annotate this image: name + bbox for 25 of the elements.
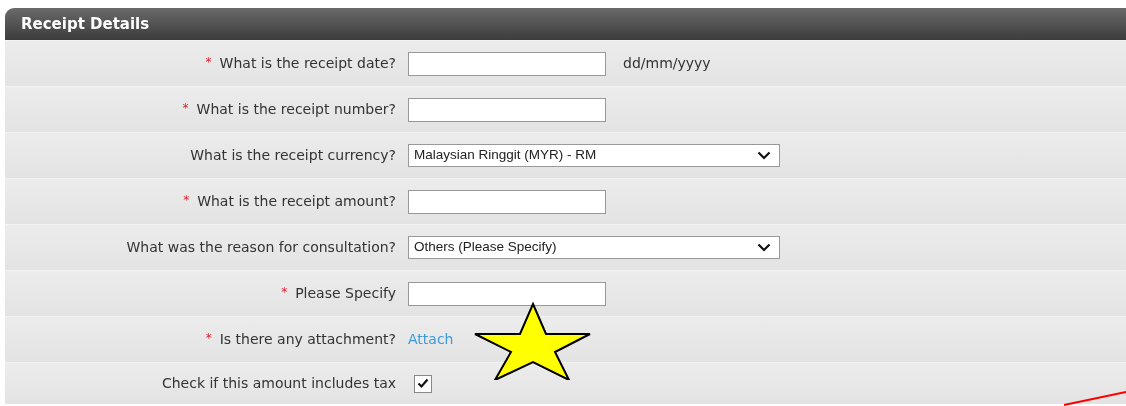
input-field[interactable] <box>408 51 606 76</box>
field-label: What is the receipt number? <box>196 101 396 117</box>
input-field[interactable] <box>408 97 606 122</box>
required-asterisk: * <box>281 285 288 299</box>
field-label: What is the receipt amount? <box>197 193 396 209</box>
caret-icon <box>757 243 771 252</box>
required-asterisk: * <box>183 193 190 207</box>
panel-header: Receipt Details <box>5 8 1126 40</box>
field-label: What is the receipt currency? <box>190 147 396 163</box>
field-label: Is there any attachment? <box>219 331 396 347</box>
input-field[interactable] <box>408 281 606 306</box>
dropdown[interactable]: Malaysian Ringgit (MYR) - RM <box>408 144 780 167</box>
required-asterisk: * <box>205 331 212 345</box>
required-asterisk: * <box>205 55 212 69</box>
field-label: Please Specify <box>295 285 396 301</box>
field-label: Check if this amount includes tax <box>161 375 396 391</box>
field-label: What was the reason for consultation? <box>126 239 396 255</box>
checkbox[interactable] <box>414 374 432 393</box>
field-label: What is the receipt date? <box>219 55 396 71</box>
dropdown[interactable]: Others (Please Specify) <box>408 236 780 259</box>
annotation-line <box>1062 388 1126 406</box>
required-asterisk: * <box>182 101 189 115</box>
caret-icon <box>757 151 771 160</box>
date-format-hint: dd/mm/yyyy <box>623 54 711 73</box>
input-field[interactable] <box>408 189 606 214</box>
